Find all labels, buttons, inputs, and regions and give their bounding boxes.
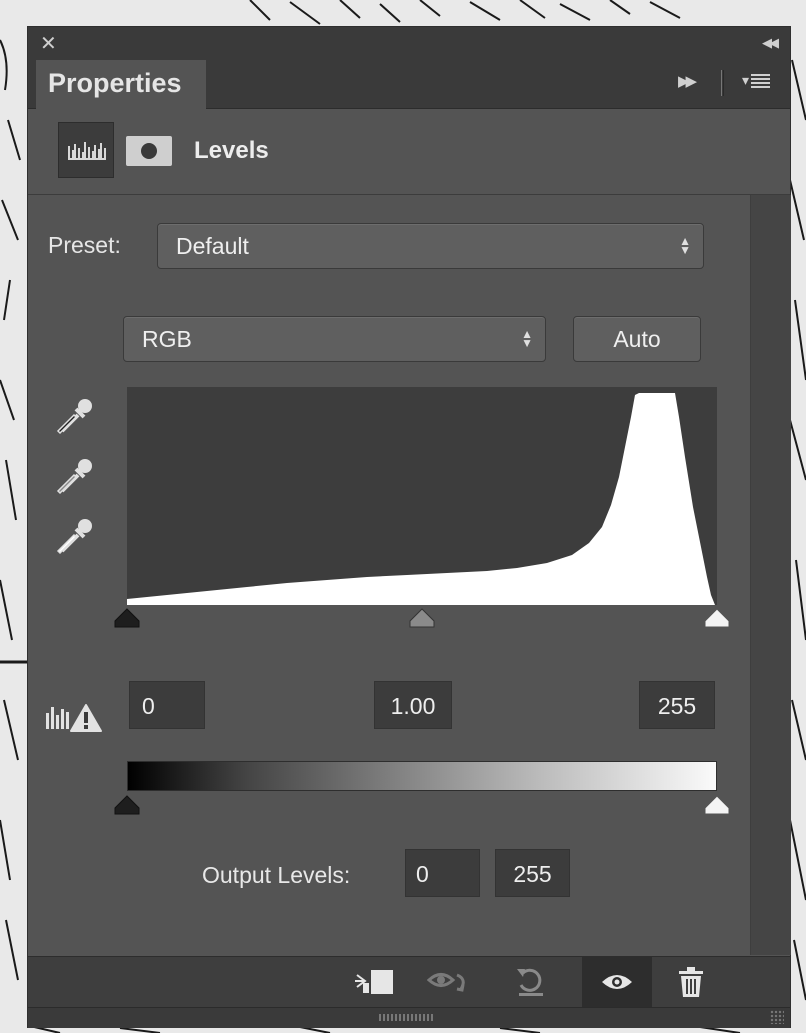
input-levels-slider[interactable] bbox=[114, 607, 730, 629]
double-chevron-left-icon[interactable]: ◀◀ bbox=[762, 33, 779, 53]
updown-arrows-icon: ▲ ▼ bbox=[521, 327, 533, 350]
reset-icon bbox=[517, 968, 543, 996]
close-icon[interactable]: ✕ bbox=[40, 31, 57, 57]
trash-icon bbox=[679, 967, 703, 997]
panel-menu-icon[interactable]: ▾ bbox=[742, 72, 771, 89]
output-black-field[interactable]: 0 bbox=[405, 849, 480, 897]
visibility-toggle-button[interactable] bbox=[582, 957, 652, 1007]
output-white-field[interactable]: 255 bbox=[495, 849, 570, 897]
clip-to-layer-icon bbox=[355, 970, 393, 994]
panel-tab-row: Properties ▶▶ ▾ bbox=[28, 60, 790, 109]
mask-icon[interactable] bbox=[126, 136, 172, 166]
panel-bottom-grip-bar[interactable] bbox=[28, 1007, 790, 1028]
adjustment-header: Levels bbox=[28, 108, 790, 195]
output-levels-label: Output Levels: bbox=[202, 862, 351, 888]
delete-button[interactable] bbox=[666, 957, 716, 1007]
double-play-icon[interactable]: ▶▶ bbox=[678, 72, 697, 90]
view-previous-state-button[interactable] bbox=[425, 957, 475, 1007]
gray-point-eyedropper-icon[interactable] bbox=[52, 453, 98, 499]
channel-dropdown[interactable]: RGB ▲ ▼ bbox=[123, 316, 546, 362]
resize-grip-icon[interactable] bbox=[770, 1010, 784, 1024]
output-gradient-bar bbox=[127, 761, 717, 791]
clip-to-layer-button[interactable] bbox=[350, 957, 400, 1007]
preset-value: Default bbox=[176, 233, 249, 259]
levels-histogram bbox=[127, 387, 717, 605]
preset-label: Preset: bbox=[48, 232, 121, 258]
black-point-eyedropper-icon[interactable] bbox=[52, 393, 98, 439]
panel-title-bar[interactable]: ✕ ◀◀ bbox=[28, 27, 790, 60]
output-levels-slider[interactable] bbox=[114, 794, 730, 816]
visibility-eye-icon bbox=[602, 975, 632, 989]
view-previous-state-icon bbox=[427, 973, 465, 992]
channel-value: RGB bbox=[142, 326, 192, 352]
input-black-field[interactable]: 0 bbox=[129, 681, 205, 729]
panel-scrollbar[interactable] bbox=[750, 195, 791, 955]
tab-properties[interactable]: Properties bbox=[36, 60, 206, 109]
panel-footer-toolbar bbox=[28, 956, 790, 1007]
tab-divider bbox=[721, 70, 724, 96]
white-point-eyedropper-icon[interactable] bbox=[52, 513, 98, 559]
input-gamma-field[interactable]: 1.00 bbox=[374, 681, 452, 729]
input-white-field[interactable]: 255 bbox=[639, 681, 715, 729]
reset-button[interactable] bbox=[506, 957, 556, 1007]
histogram-icon[interactable] bbox=[58, 122, 114, 178]
updown-arrows-icon: ▲ ▼ bbox=[679, 234, 691, 257]
drag-grip-icon[interactable] bbox=[379, 1014, 433, 1021]
histogram-graph bbox=[127, 393, 715, 605]
auto-button[interactable]: Auto bbox=[573, 316, 701, 362]
preset-dropdown[interactable]: Default ▲ ▼ bbox=[157, 223, 704, 269]
levels-content: Preset: Default ▲ ▼ RGB ▲ ▼ Auto 0 1.00 … bbox=[28, 195, 750, 955]
clipping-warning-icon[interactable] bbox=[46, 701, 106, 735]
adjustment-title: Levels bbox=[194, 137, 269, 164]
properties-panel: ✕ ◀◀ Properties ▶▶ ▾ Levels Preset: Defa… bbox=[27, 26, 791, 1028]
